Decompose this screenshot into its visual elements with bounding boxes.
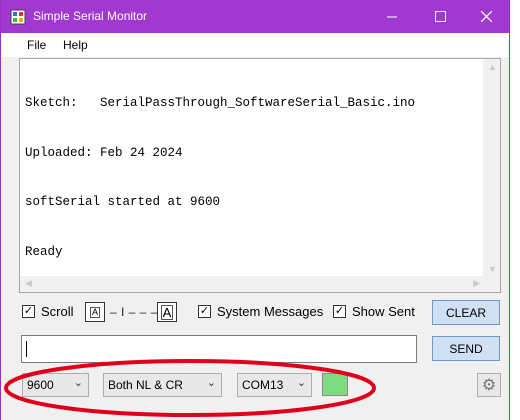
- text-caret: [26, 341, 27, 357]
- chevron-down-icon: ⌄: [73, 377, 83, 389]
- title-bar[interactable]: Simple Serial Monitor: [1, 0, 509, 33]
- system-messages-label: System Messages: [217, 304, 324, 319]
- port-value: COM13: [242, 378, 284, 392]
- show-sent-label: Show Sent: [352, 304, 415, 319]
- serial-output[interactable]: Sketch: SerialPassThrough_SoftwareSerial…: [19, 58, 501, 293]
- scroll-label: Scroll: [41, 304, 74, 319]
- settings-button[interactable]: ⚙: [477, 373, 501, 397]
- menu-help[interactable]: Help: [63, 38, 88, 52]
- send-button[interactable]: SEND: [432, 336, 500, 361]
- output-line: Uploaded: Feb 24 2024: [25, 145, 183, 160]
- scroll-up-icon[interactable]: ▲: [488, 62, 497, 72]
- output-line: Ready: [25, 244, 63, 259]
- output-text: Sketch: SerialPassThrough_SoftwareSerial…: [25, 62, 415, 293]
- app-window: Simple Serial Monitor File Help Sketch: …: [0, 0, 510, 420]
- font-smaller-button[interactable]: A: [85, 302, 105, 322]
- maximize-icon: [434, 11, 446, 22]
- show-sent-checkbox[interactable]: ✓: [333, 305, 346, 318]
- scroll-left-icon[interactable]: ◀: [25, 278, 32, 289]
- chevron-down-icon: ⌄: [296, 377, 306, 389]
- scrollbar-corner: [483, 276, 500, 292]
- line-ending-value: Both NL & CR: [108, 378, 183, 392]
- system-messages-checkbox[interactable]: ✓: [198, 305, 211, 318]
- window-title: Simple Serial Monitor: [33, 9, 148, 23]
- menu-file[interactable]: File: [27, 38, 46, 52]
- maximize-button[interactable]: [417, 0, 463, 33]
- connection-status-indicator[interactable]: [322, 373, 348, 396]
- horizontal-scrollbar[interactable]: ◀ ▶: [20, 276, 485, 292]
- scroll-checkbox[interactable]: ✓: [22, 305, 35, 318]
- clear-button[interactable]: CLEAR: [432, 300, 500, 325]
- scroll-right-icon[interactable]: ▶: [473, 278, 480, 289]
- scroll-down-icon[interactable]: ▼: [488, 264, 497, 274]
- vertical-scrollbar[interactable]: ▲ ▼: [483, 59, 500, 277]
- line-ending-select[interactable]: Both NL & CR ⌄: [103, 373, 222, 397]
- output-line: Sketch: SerialPassThrough_SoftwareSerial…: [25, 96, 416, 110]
- port-select[interactable]: COM13 ⌄: [237, 373, 312, 397]
- menu-bar: File Help: [1, 33, 509, 57]
- gear-icon: ⚙: [481, 377, 497, 394]
- output-line: softSerial started at 9600: [25, 195, 221, 209]
- app-icon: [10, 9, 26, 25]
- baud-rate-select[interactable]: 9600 ⌄: [22, 373, 89, 397]
- send-input[interactable]: [21, 335, 417, 363]
- baud-rate-value: 9600: [27, 378, 54, 392]
- minimize-icon: [386, 16, 397, 18]
- close-button[interactable]: [463, 0, 509, 33]
- font-larger-button[interactable]: A: [157, 302, 177, 322]
- font-small-icon: A: [89, 306, 100, 318]
- font-size-slider[interactable]: – I – – –: [110, 305, 158, 319]
- close-icon: [480, 11, 492, 22]
- minimize-button[interactable]: [369, 0, 415, 33]
- font-large-icon: A: [160, 304, 174, 320]
- chevron-down-icon: ⌄: [206, 377, 216, 389]
